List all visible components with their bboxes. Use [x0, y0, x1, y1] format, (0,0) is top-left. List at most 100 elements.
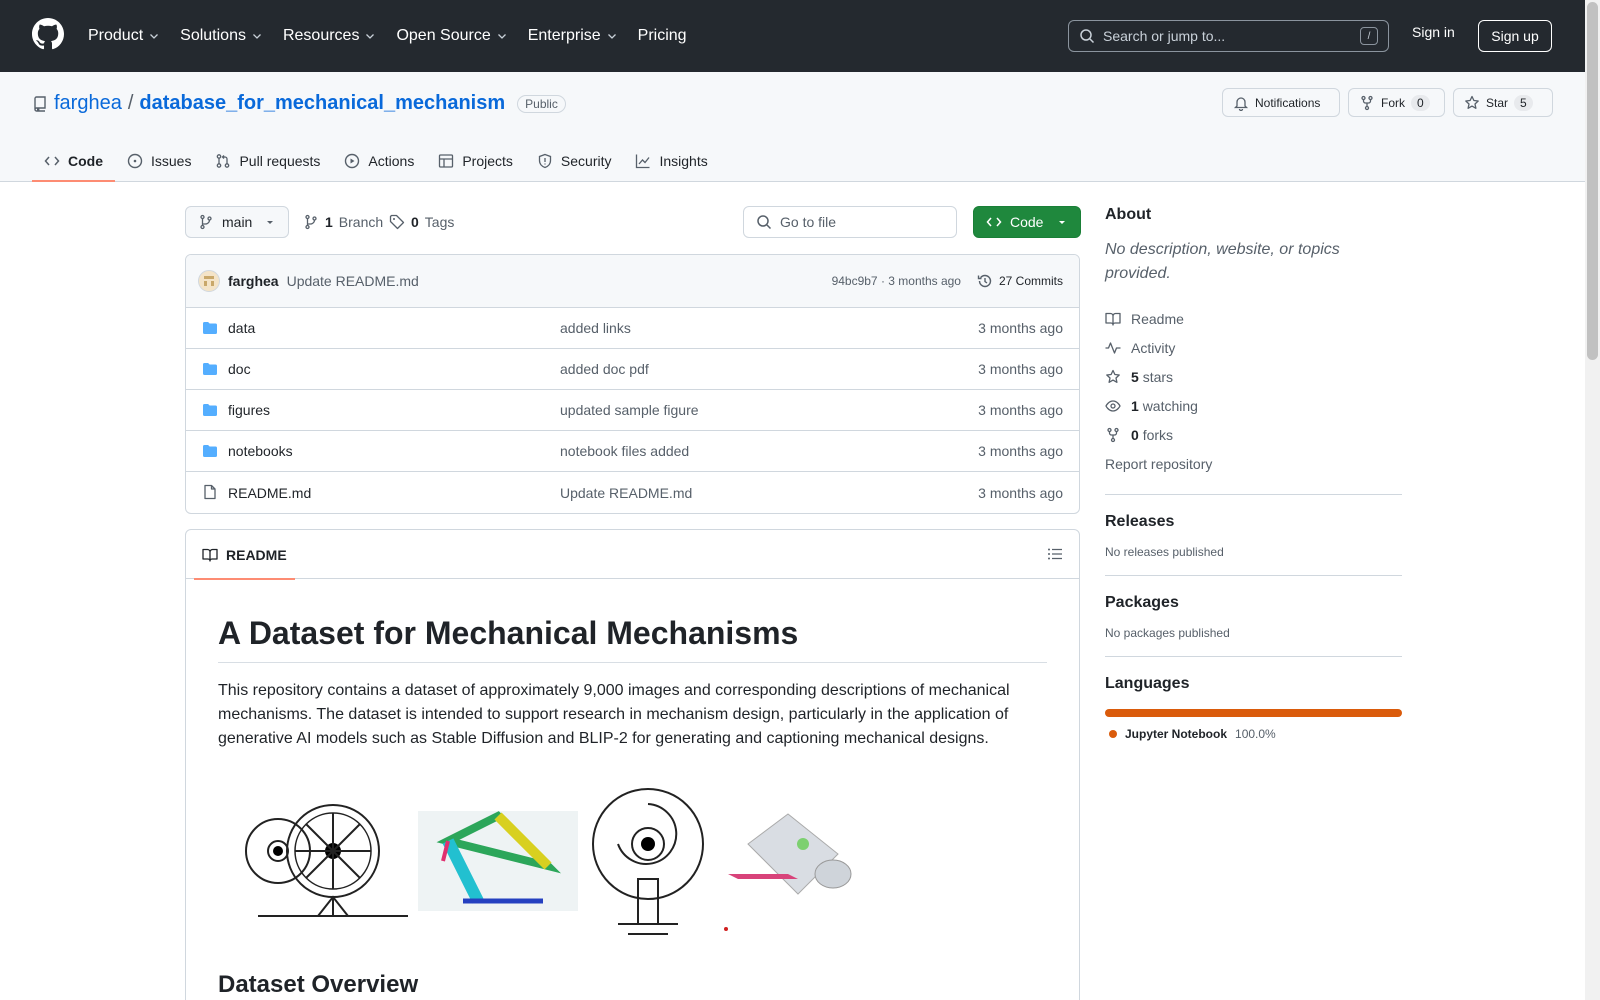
file-name[interactable]: figures	[228, 402, 270, 418]
commit-message[interactable]: Update README.md	[287, 273, 419, 289]
tab-pull-requests[interactable]: Pull requests	[203, 140, 332, 182]
file-commit-time: 3 months ago	[978, 443, 1063, 459]
tab-code[interactable]: Code	[32, 140, 115, 182]
repo-icon	[34, 95, 46, 112]
shield-icon	[538, 153, 552, 169]
commits-count-label: 27 Commits	[998, 274, 1063, 288]
fork-icon	[1107, 427, 1119, 442]
watching-label: watching	[1142, 397, 1198, 414]
branch-icon	[200, 214, 212, 230]
tags-link[interactable]: 0 Tags	[389, 214, 454, 230]
file-commit-message[interactable]: Update README.md	[560, 485, 692, 501]
activity-link[interactable]: Activity	[1105, 333, 1402, 362]
file-commit-message[interactable]: updated sample figure	[560, 402, 699, 418]
folder-icon	[202, 320, 218, 336]
readme-tab[interactable]: README	[194, 530, 295, 580]
outline-button[interactable]	[1047, 546, 1063, 562]
readme-link-label: Readme	[1131, 310, 1184, 327]
commit-author[interactable]: farghea	[228, 273, 279, 289]
search-input[interactable]: Search or jump to... /	[1068, 20, 1389, 52]
language-item[interactable]: Jupyter Notebook 100.0%	[1105, 727, 1402, 741]
menu-pricing[interactable]: Pricing	[638, 27, 687, 45]
list-icon	[1048, 548, 1062, 560]
forks-label: forks	[1142, 426, 1174, 443]
code-dropdown-button[interactable]: Code	[973, 206, 1081, 238]
sign-in-link[interactable]: Sign in	[1412, 24, 1455, 40]
file-commit-message[interactable]: added links	[560, 320, 631, 336]
github-logo-icon[interactable]	[32, 18, 64, 50]
menu-enterprise[interactable]: Enterprise	[528, 27, 618, 45]
language-color-dot	[1109, 730, 1117, 738]
file-name[interactable]: README.md	[228, 485, 311, 501]
fork-label: Fork	[1381, 95, 1405, 110]
forks-link[interactable]: 0 forks	[1105, 420, 1402, 449]
chevron-down-icon	[150, 34, 159, 39]
languages-heading: Languages	[1105, 675, 1190, 692]
commit-meta[interactable]: 94bc9b7 · 3 months ago	[832, 274, 961, 288]
commits-link[interactable]: 27 Commits	[977, 273, 1063, 289]
menu-solutions[interactable]: Solutions	[180, 27, 263, 45]
file-row-notebooks[interactable]: notebooks notebook files added 3 months …	[186, 431, 1079, 472]
watching-link[interactable]: 1 watching	[1105, 391, 1402, 420]
book-icon	[1105, 312, 1121, 326]
file-row-figures[interactable]: figures updated sample figure 3 months a…	[186, 390, 1079, 431]
notifications-button[interactable]: Notifications	[1222, 88, 1340, 117]
tab-security[interactable]: Security	[525, 140, 624, 182]
repo-name-link[interactable]: database_for_mechanical_mechanism	[139, 92, 505, 115]
tab-pull-requests-label: Pull requests	[239, 153, 321, 169]
sign-up-button[interactable]: Sign up	[1478, 20, 1552, 52]
about-description: No description, website, or topics provi…	[1105, 241, 1340, 282]
language-bar	[1105, 709, 1402, 717]
search-shortcut-key: /	[1360, 27, 1378, 45]
tab-insights[interactable]: Insights	[623, 140, 719, 182]
tab-actions[interactable]: Actions	[332, 140, 426, 182]
releases-heading[interactable]: Releases	[1105, 513, 1402, 531]
file-commit-message[interactable]: notebook files added	[560, 443, 689, 459]
repo-title: farghea / database_for_mechanical_mechan…	[32, 92, 566, 115]
fork-icon	[1361, 95, 1373, 110]
language-percent: 100.0%	[1235, 727, 1276, 741]
table-icon	[439, 154, 454, 168]
repo-owner-link[interactable]: farghea	[54, 92, 122, 115]
avatar[interactable]	[198, 270, 220, 292]
tab-issues[interactable]: Issues	[115, 140, 203, 182]
tab-code-label: Code	[68, 153, 103, 169]
tab-projects[interactable]: Projects	[426, 140, 525, 182]
file-row-data[interactable]: data added links 3 months ago	[186, 308, 1079, 349]
branch-icon	[305, 214, 317, 230]
report-repository-link[interactable]: Report repository	[1105, 449, 1402, 478]
go-to-file-placeholder: Go to file	[780, 214, 837, 230]
stars-link[interactable]: 5 stars	[1105, 362, 1402, 391]
caret-down-icon	[267, 221, 273, 224]
scrollbar-thumb[interactable]	[1587, 2, 1598, 360]
readme-tab-label: README	[226, 546, 287, 563]
menu-product[interactable]: Product	[88, 27, 160, 45]
file-row-readme[interactable]: README.md Update README.md 3 months ago	[186, 472, 1079, 513]
pulse-icon	[1105, 341, 1121, 354]
repo-tabs: Code Issues Pull requests Actions Projec…	[32, 140, 720, 182]
file-name[interactable]: doc	[228, 361, 251, 377]
branch-select-button[interactable]: main	[185, 206, 289, 238]
star-button[interactable]: Star 5	[1453, 88, 1553, 117]
file-icon	[202, 484, 218, 500]
chevron-down-icon	[366, 34, 375, 39]
cam-mechanism-image	[592, 787, 704, 935]
go-to-file-input[interactable]: Go to file	[743, 206, 957, 238]
fork-button[interactable]: Fork 0	[1348, 88, 1445, 117]
readme-link[interactable]: Readme	[1105, 304, 1402, 333]
file-name[interactable]: data	[228, 320, 255, 336]
menu-open-source[interactable]: Open Source	[396, 27, 507, 45]
chevron-down-icon	[253, 34, 261, 39]
tab-actions-label: Actions	[368, 153, 415, 169]
packages-empty-text: No packages published	[1105, 626, 1230, 640]
menu-pricing-label: Pricing	[637, 27, 687, 44]
branches-link[interactable]: 1 Branch	[303, 214, 383, 230]
assembly-render-image	[724, 812, 852, 931]
menu-resources[interactable]: Resources	[283, 27, 376, 45]
file-commit-message[interactable]: added doc pdf	[560, 361, 649, 377]
file-row-doc[interactable]: doc added doc pdf 3 months ago	[186, 349, 1079, 390]
tag-count: 0	[411, 214, 419, 230]
file-name[interactable]: notebooks	[228, 443, 293, 459]
file-commit-time: 3 months ago	[978, 484, 1063, 501]
packages-heading[interactable]: Packages	[1105, 594, 1402, 612]
